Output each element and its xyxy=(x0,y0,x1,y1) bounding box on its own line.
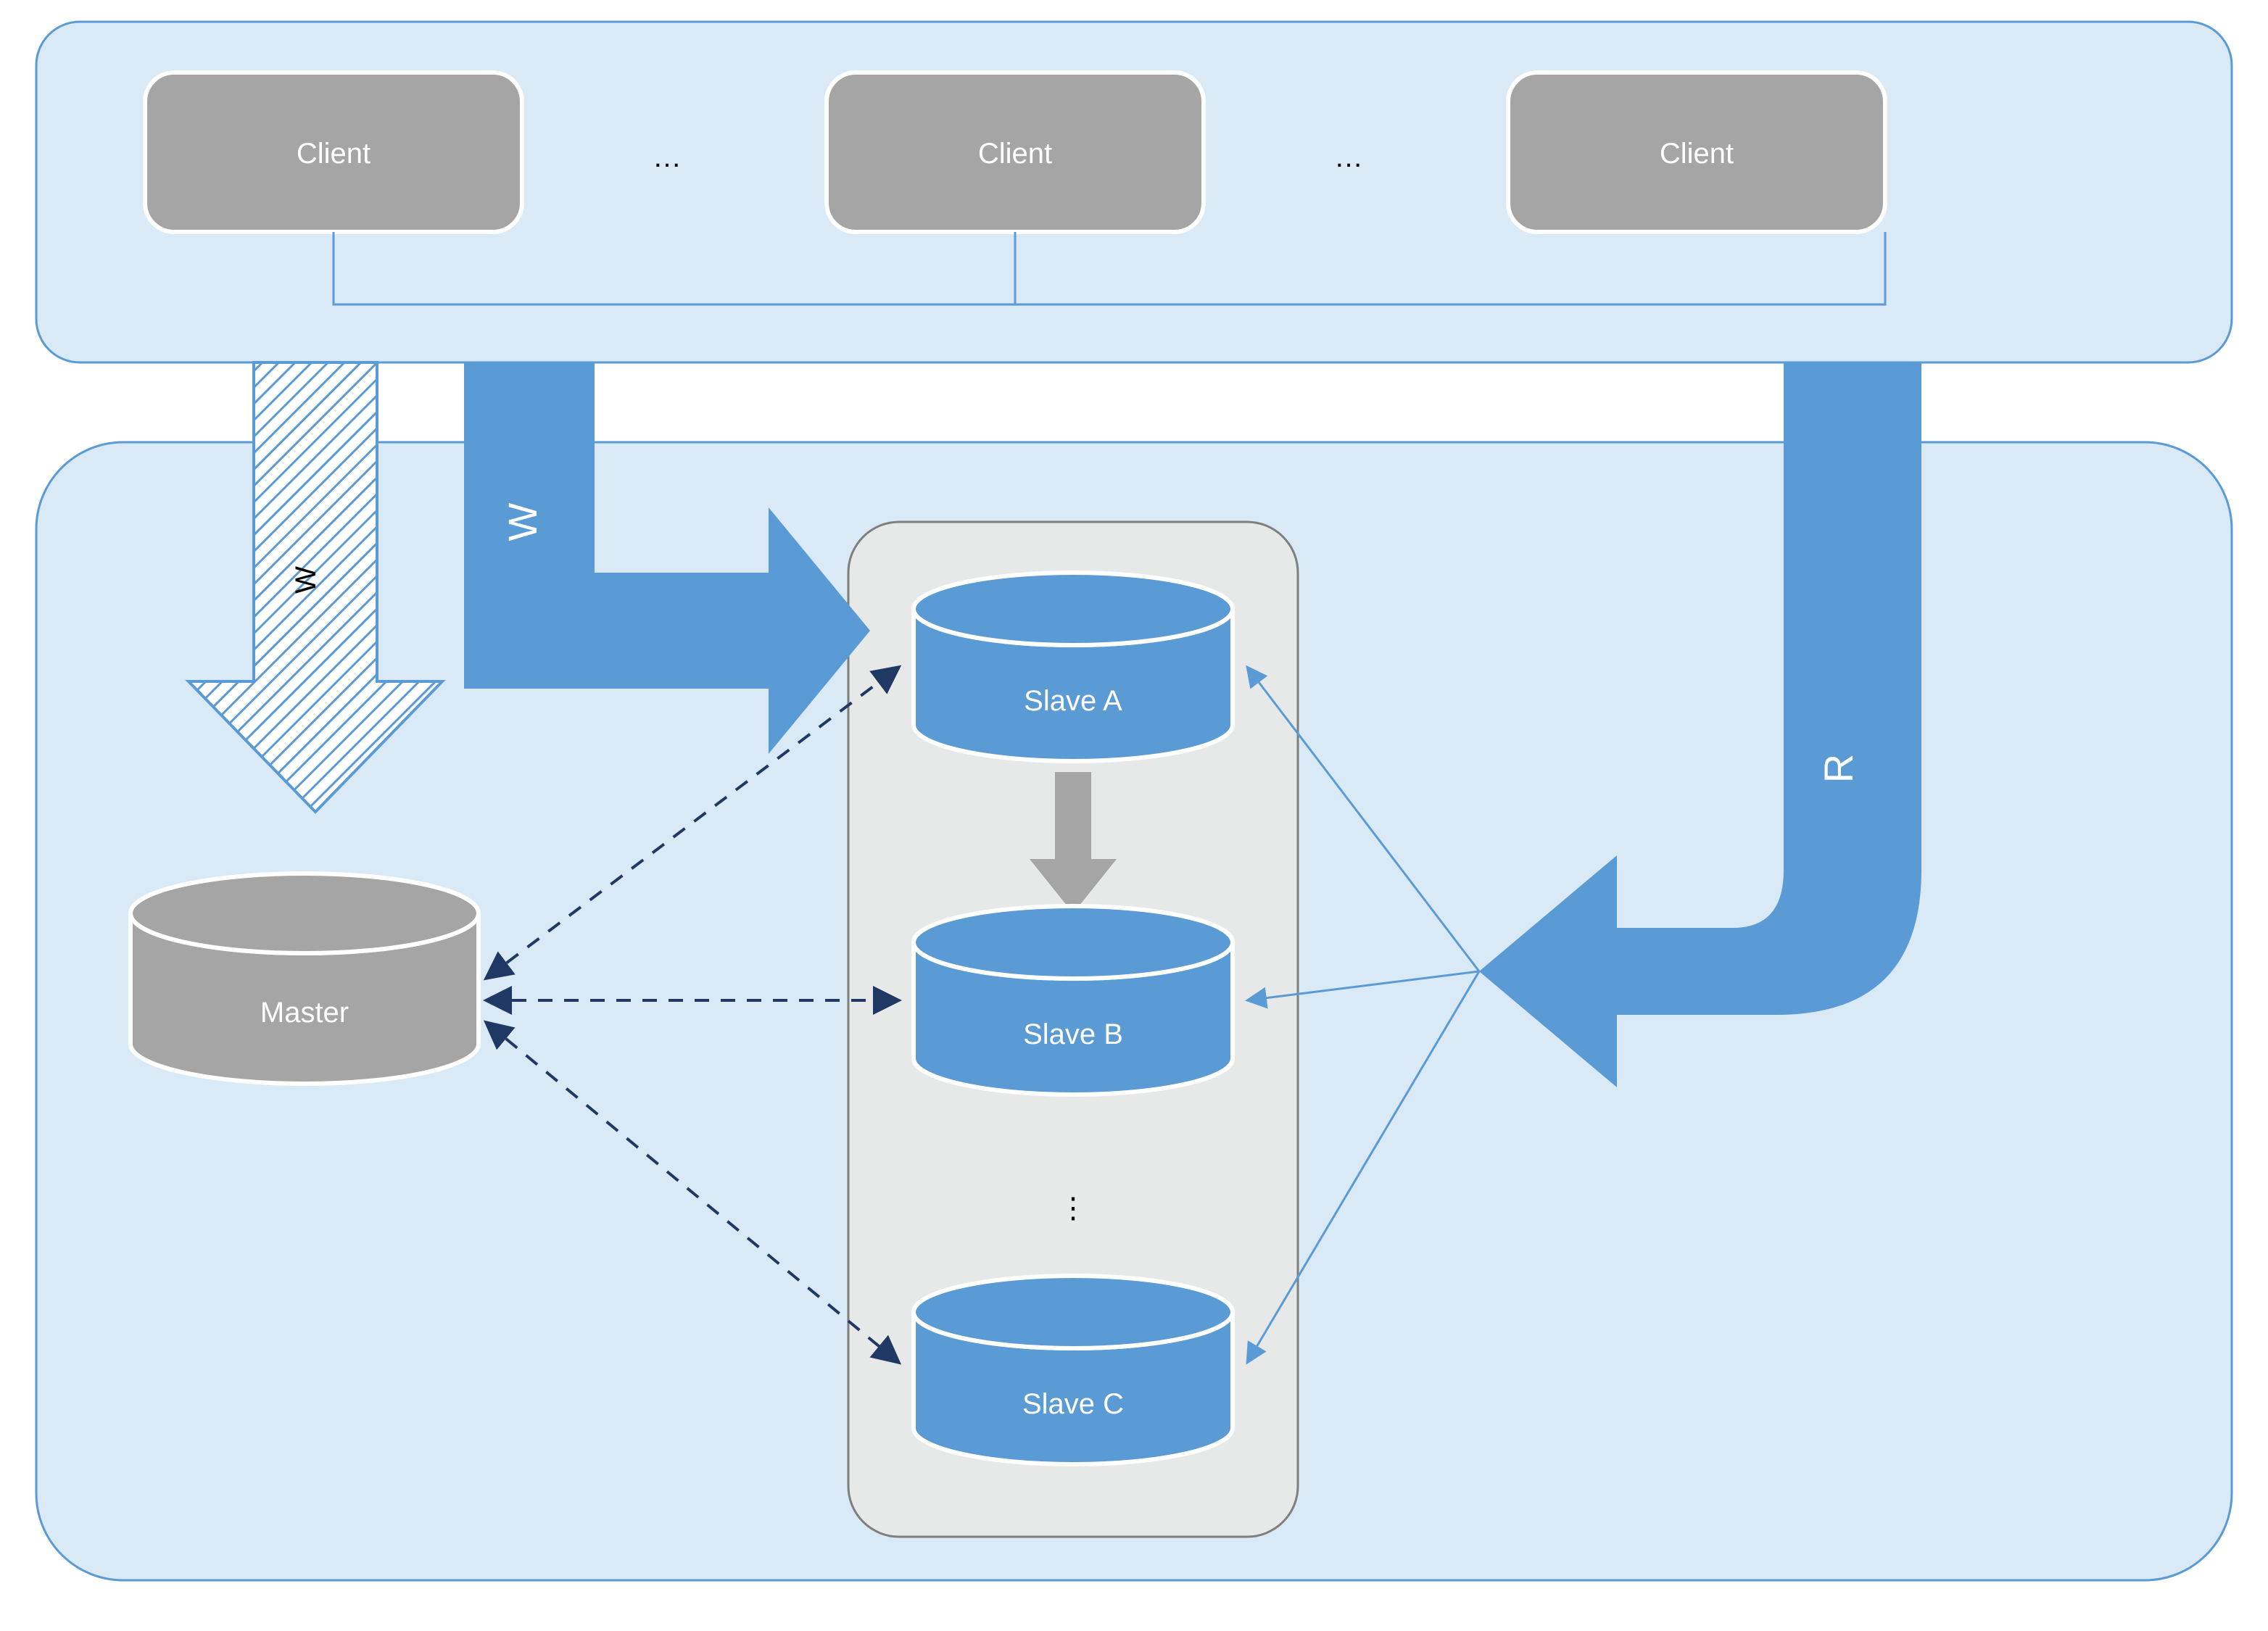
slave-b-db: Slave B xyxy=(914,906,1233,1095)
client-1: Client xyxy=(145,72,522,232)
client-3: Client xyxy=(1508,72,1885,232)
architecture-diagram: Client … Client … Client W W R Master xyxy=(0,0,2268,1631)
master-db: Master xyxy=(131,873,479,1084)
master-label: Master xyxy=(260,997,349,1029)
read-label: R xyxy=(1816,754,1861,783)
slave-c-label: Slave C xyxy=(1022,1388,1124,1420)
client-3-label: Client xyxy=(1660,138,1734,170)
client-2-label: Client xyxy=(978,138,1052,170)
client-1-label: Client xyxy=(297,138,371,170)
client-ellipsis-2: … xyxy=(1334,141,1363,173)
slave-b-label: Slave B xyxy=(1023,1018,1123,1050)
client-ellipsis-1: … xyxy=(653,141,682,173)
slave-ellipsis: ⋮ xyxy=(1059,1192,1088,1224)
client-2: Client xyxy=(827,72,1204,232)
write-hatched-label: W xyxy=(290,566,322,594)
slave-c-db: Slave C xyxy=(914,1276,1233,1464)
slave-a-label: Slave A xyxy=(1024,685,1122,717)
write-solid-label: W xyxy=(500,502,545,541)
slave-a-db: Slave A xyxy=(914,573,1233,761)
